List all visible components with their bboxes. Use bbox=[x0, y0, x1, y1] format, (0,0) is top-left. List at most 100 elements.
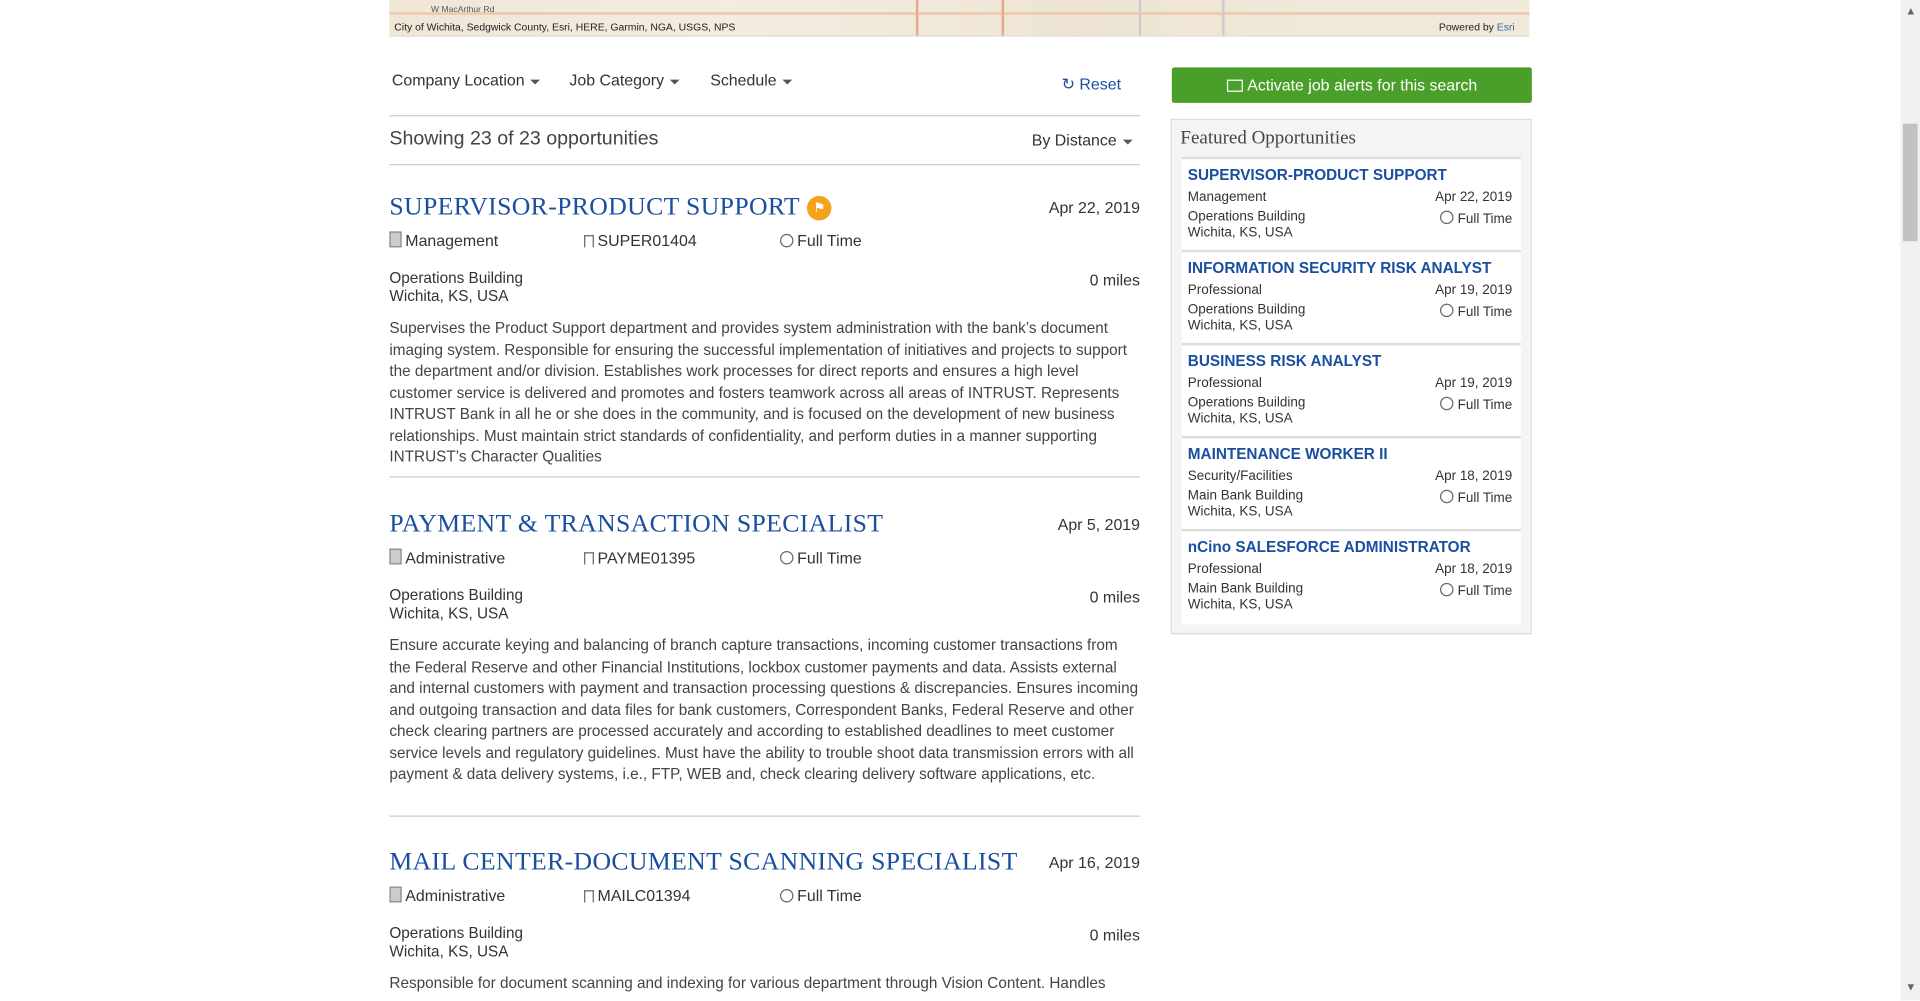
map-road bbox=[1222, 0, 1225, 36]
job-schedule: Full Time bbox=[780, 887, 862, 905]
job-title-link[interactable]: SUPERVISOR-PRODUCT SUPPORT ⚑ bbox=[389, 191, 832, 222]
job-schedule-text: Full Time bbox=[797, 231, 862, 250]
divider bbox=[389, 815, 1141, 817]
job-description: Ensure accurate keying and balancing of … bbox=[389, 636, 1139, 783]
job-title-link[interactable]: PAYMENT & TRANSACTION SPECIALIST bbox=[389, 508, 883, 539]
job-schedule: Full Time bbox=[780, 549, 862, 567]
alert-button-label: Activate job alerts for this search bbox=[1247, 75, 1478, 95]
featured-schedule-text: Full Time bbox=[1457, 491, 1513, 506]
featured-item: nCino SALESFORCE ADMINISTRATOR Professio… bbox=[1181, 528, 1521, 625]
featured-flag-icon: ⚑ bbox=[807, 195, 832, 221]
job-code: MAILC01394 bbox=[584, 887, 690, 905]
schedule-dropdown[interactable]: Schedule bbox=[710, 71, 793, 89]
activate-job-alerts-button[interactable]: Activate job alerts for this search bbox=[1171, 67, 1532, 103]
job-location: Operations Building Wichita, KS, USA bbox=[389, 924, 523, 961]
clock-icon bbox=[780, 233, 794, 248]
job-code-text: PAYME01395 bbox=[597, 548, 696, 567]
map-attribution: City of Wichita, Sedgwick County, Esri, … bbox=[394, 20, 736, 34]
sort-dropdown[interactable]: By Distance bbox=[1032, 131, 1133, 149]
job-date: Apr 5, 2019 bbox=[1057, 515, 1141, 534]
featured-item: INFORMATION SECURITY RISK ANALYST Profes… bbox=[1181, 249, 1521, 346]
map-street-label: W MacArthur Rd bbox=[431, 6, 495, 15]
job-category: Management bbox=[389, 231, 499, 250]
featured-city: Wichita, KS, USA bbox=[1187, 410, 1293, 426]
featured-date: Apr 19, 2019 bbox=[1435, 375, 1513, 391]
job-city: Wichita, KS, USA bbox=[389, 942, 509, 961]
featured-building: Main Bank Building bbox=[1187, 581, 1304, 597]
map-road bbox=[1138, 0, 1142, 36]
job-listing: MAIL CENTER-DOCUMENT SCANNING SPECIALIST… bbox=[389, 846, 1140, 1000]
job-city: Wichita, KS, USA bbox=[389, 287, 509, 305]
building-icon bbox=[389, 231, 402, 248]
featured-title-link[interactable]: MAINTENANCE WORKER II bbox=[1188, 446, 1388, 463]
job-description: Supervises the Product Support departmen… bbox=[389, 319, 1128, 466]
featured-title-link[interactable]: BUSINESS RISK ANALYST bbox=[1188, 353, 1382, 370]
map-view[interactable]: W MacArthur Rd City of Wichita, Sedgwick… bbox=[389, 0, 1530, 37]
clock-icon bbox=[780, 551, 794, 565]
job-category-text: Administrative bbox=[405, 548, 506, 567]
featured-date: Apr 18, 2019 bbox=[1435, 562, 1513, 577]
envelope-icon bbox=[1226, 79, 1243, 92]
job-category: Administrative bbox=[389, 886, 505, 905]
job-code: PAYME01395 bbox=[584, 549, 695, 567]
job-date: Apr 22, 2019 bbox=[1048, 198, 1141, 217]
job-title: MAIL CENTER-DOCUMENT SCANNING SPECIALIST bbox=[389, 846, 1018, 876]
featured-building: Main Bank Building bbox=[1187, 488, 1304, 504]
divider bbox=[389, 476, 1141, 478]
clock-icon bbox=[1440, 396, 1454, 411]
featured-location: Main Bank Building Wichita, KS, USA bbox=[1188, 582, 1303, 613]
featured-schedule: Full Time bbox=[1440, 396, 1512, 413]
reset-button[interactable]: ↻ Reset bbox=[1062, 75, 1121, 95]
job-schedule: Full Time bbox=[780, 231, 862, 250]
map-road bbox=[389, 12, 1530, 15]
chevron-down-icon bbox=[1122, 139, 1133, 144]
chevron-down-icon bbox=[782, 79, 793, 84]
featured-title-link[interactable]: nCino SALESFORCE ADMINISTRATOR bbox=[1188, 539, 1471, 556]
featured-schedule: Full Time bbox=[1440, 303, 1513, 320]
clock-icon bbox=[1440, 582, 1454, 597]
featured-category: Management bbox=[1187, 189, 1267, 205]
results-summary-bar: Showing 23 of 23 opportunities By Distan… bbox=[389, 118, 1141, 166]
bookmark-icon bbox=[584, 890, 594, 903]
scroll-up-arrow-icon[interactable]: ▲ bbox=[1905, 5, 1916, 17]
job-location: Operations Building Wichita, KS, USA bbox=[389, 269, 523, 306]
featured-category: Professional bbox=[1187, 282, 1262, 298]
featured-schedule: Full Time bbox=[1440, 489, 1513, 506]
featured-city: Wichita, KS, USA bbox=[1187, 596, 1293, 612]
map-road bbox=[1001, 0, 1005, 36]
job-building: Operations Building bbox=[389, 586, 523, 604]
featured-schedule: Full Time bbox=[1440, 210, 1512, 227]
job-title-link[interactable]: MAIL CENTER-DOCUMENT SCANNING SPECIALIST bbox=[389, 846, 1017, 877]
scrollbar-thumb[interactable] bbox=[1902, 123, 1918, 242]
job-category-text: Management bbox=[405, 231, 499, 250]
esri-link[interactable]: Esri bbox=[1497, 21, 1515, 33]
featured-category: Professional bbox=[1187, 562, 1262, 577]
featured-title-link[interactable]: SUPERVISOR-PRODUCT SUPPORT bbox=[1188, 167, 1447, 184]
job-code-text: MAILC01394 bbox=[597, 886, 691, 905]
job-category-dropdown[interactable]: Job Category bbox=[569, 71, 680, 89]
featured-title-link[interactable]: INFORMATION SECURITY RISK ANALYST bbox=[1188, 260, 1492, 277]
chevron-down-icon bbox=[530, 79, 541, 84]
job-code: SUPER01404 bbox=[584, 231, 697, 250]
page-scrollbar[interactable]: ▲ ▼ bbox=[1900, 0, 1920, 1001]
job-distance: 0 miles bbox=[1089, 925, 1141, 945]
job-schedule-text: Full Time bbox=[797, 548, 862, 567]
company-location-label: Company Location bbox=[391, 71, 525, 90]
featured-item: MAINTENANCE WORKER II Security/Facilitie… bbox=[1181, 435, 1521, 532]
scroll-down-arrow-icon[interactable]: ▼ bbox=[1905, 981, 1916, 993]
company-location-dropdown[interactable]: Company Location bbox=[392, 71, 541, 89]
job-schedule-text: Full Time bbox=[797, 886, 862, 905]
clock-icon bbox=[1440, 489, 1454, 504]
featured-opportunities-panel: Featured Opportunities SUPERVISOR-PRODUC… bbox=[1170, 118, 1532, 635]
map-powered-by: Powered by Esri bbox=[1439, 21, 1515, 33]
map-road bbox=[915, 0, 919, 36]
bookmark-icon bbox=[584, 235, 594, 248]
featured-item: SUPERVISOR-PRODUCT SUPPORT Management Ap… bbox=[1181, 156, 1521, 253]
featured-city: Wichita, KS, USA bbox=[1187, 503, 1293, 519]
job-description: Responsible for document scanning and in… bbox=[389, 974, 1106, 992]
clock-icon bbox=[1440, 303, 1454, 318]
job-distance: 0 miles bbox=[1089, 270, 1141, 289]
featured-category: Professional bbox=[1187, 375, 1262, 391]
featured-schedule-text: Full Time bbox=[1457, 304, 1513, 320]
job-listing: PAYMENT & TRANSACTION SPECIALIST Apr 5, … bbox=[389, 508, 1141, 826]
